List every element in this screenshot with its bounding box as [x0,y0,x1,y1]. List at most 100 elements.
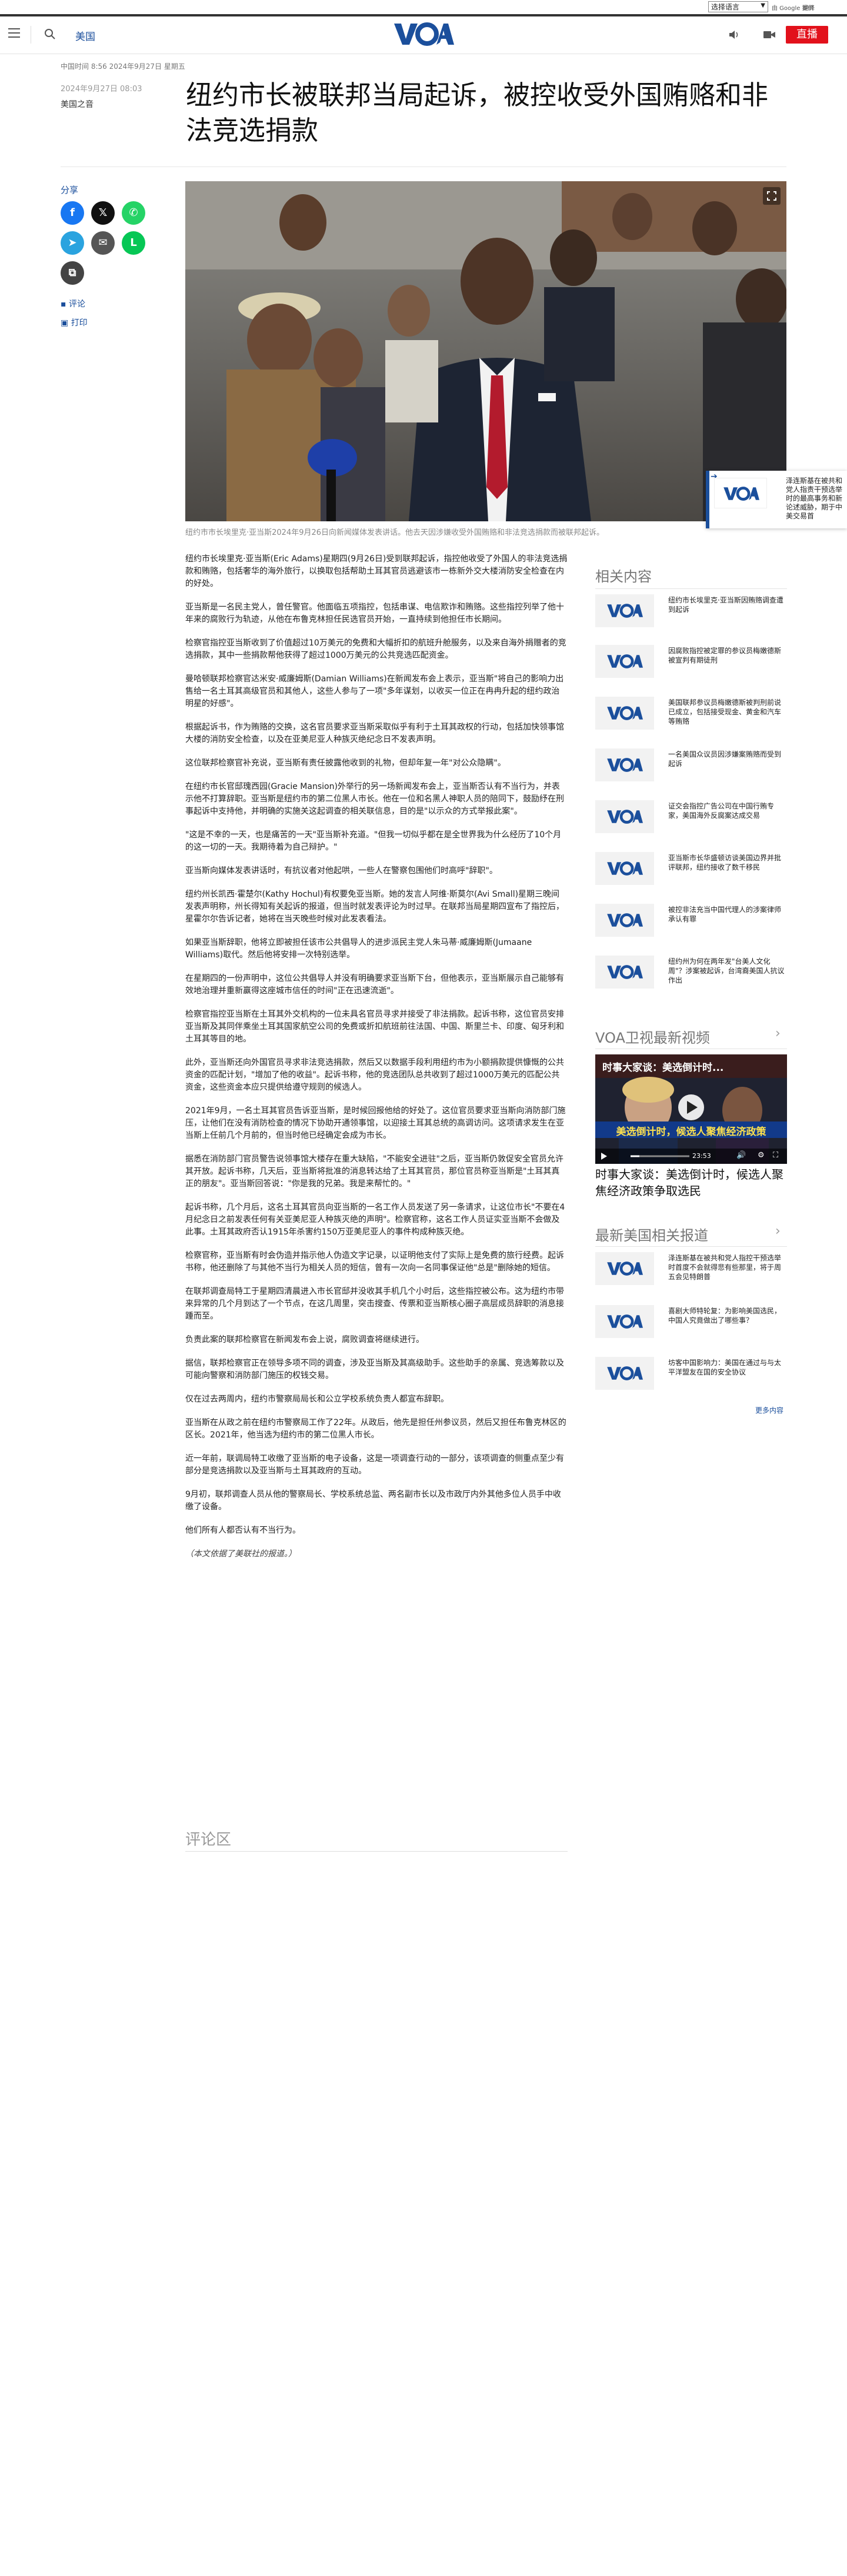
related-item-title: 美国联邦参议员梅嫩德斯被判刑前说已成立，包括接受现金、黄金和汽车等贿赂 [668,698,782,725]
voa-logo-thumbnail [595,904,654,937]
sticky-card-title: 泽连斯基在被共和党人指责干预选举时的最高事务和新论述威胁，期于中美交易首 [786,477,843,520]
comments-link[interactable]: ▪ 评论 [61,298,85,309]
print-icon: ▣ [61,318,69,328]
article-paragraph: 亚当斯是一名民主党人，曾任警官。他面临五项指控，包括串谋、电信欺诈和贿赂。这些指… [185,603,564,624]
translate-link[interactable]: 翻译 [803,3,815,12]
article-paragraph: 如果亚当斯辞职，他将立即被担任该市公共倡导人的进步派民主党人朱马蒂·威廉姆斯(J… [185,938,532,960]
voa-logo-thumbnail [595,800,654,833]
reports-divider [595,1246,787,1247]
voa-logo-thumbnail [595,645,654,678]
chevron-right-icon[interactable]: › [775,1026,781,1041]
share-label: 分享 [61,185,79,195]
related-item[interactable]: 纽约市长埃里克·亚当斯因贿赂调查遭到起诉 [595,594,787,635]
article-paragraph: 纽约州长凯西·霍楚尔(Kathy Hochul)有权要免亚当斯。她的发言人阿维·… [185,890,564,924]
article-paragraph: 近一年前，联调局特工收缴了亚当斯的电子设备，这是一项调查行动的一部分，该项调查的… [185,1454,564,1476]
article-meta: 2024年9月27日 08:03 美国之音 [61,82,166,110]
video-player[interactable]: 时事大家谈：美选倒计时... 美选倒计时，候选人聚焦经济政策 23:53 🔊 ⚙… [595,1054,787,1164]
article-paragraph: 在星期四的一份声明中，这位公共倡导人并没有明确要求亚当斯下台，但他表示，亚当斯展… [185,974,564,996]
share-row-1: f 𝕏 ✆ [61,201,166,227]
report-item[interactable]: 泽连斯基在被共和党人指控干预选举时首度不会就得悲有些那里，将于周五会见特朗普 [595,1252,787,1293]
related-item-title: 因腐败指控被定罪的参议员梅嫩德斯被宣判有期徒刑 [668,647,782,664]
report-item-title: 坊客中国影响力：美国在通过与与太平洋盟友在国的安全协议 [668,1359,782,1376]
article-paragraph: 起诉书称，几个月后，这名土耳其官员向亚当斯的一名工作人员发送了另一条请求，让这位… [185,1203,565,1237]
article-paragraph: 检察官指控亚当斯收到了价值超过10万美元的免费和大幅折扣的航班升舱服务，以及来自… [185,638,566,660]
article-paragraph: 亚当斯向媒体发表讲话时，有抗议者对他起哄，一些人在警察包围他们时高呼"辞职"。 [185,866,498,876]
fullscreen-icon[interactable]: ⛶ [773,1151,778,1160]
voa-logo-thumbnail [595,594,654,627]
video-banner-text: 美选倒计时，候选人聚焦经济政策 [616,1126,766,1138]
share-row-3: ⧉ [61,261,166,287]
language-select-value: 选择语言 [711,3,740,11]
menu-icon[interactable] [8,28,20,39]
expand-icon[interactable] [763,187,781,205]
related-item[interactable]: 被控非法充当中国代理人的涉案律师承认有罪 [595,904,787,945]
article-paragraph: 曼哈顿联邦检察官达米安·威廉姆斯(Damian Williams)在新闻发布会上… [185,674,564,708]
search-icon[interactable] [44,28,56,41]
report-item[interactable]: 喜剧大师特轮复：为影响美国选民，中国人究竟做出了哪些事？ [595,1305,787,1346]
line-icon[interactable]: L [122,231,145,255]
sticky-accent-bar [706,471,709,528]
chevron-right-icon[interactable]: › [775,1224,781,1239]
related-item-title: 被控非法充当中国代理人的涉案律师承认有罪 [668,906,782,923]
voa-logo-thumbnail [595,1305,654,1338]
related-item[interactable]: 纽约州为何在两年发"台美人文化周"？涉案被起诉，台湾裔美国人抗议作出 [595,956,787,997]
related-item[interactable]: 因腐败指控被定罪的参议员梅嫩德斯被宣判有期徒刑 [595,645,787,686]
article-paragraph: 据悉在消防部门官员警告说领事馆大楼存在重大缺陷，"不能安全进驻"之后，亚当斯仍敦… [185,1154,563,1189]
article-paragraph: 他们所有人都否认有不当行为。 [185,1526,301,1535]
print-link[interactable]: ▣ 打印 [61,317,88,328]
volume-icon[interactable]: 🔊 [736,1151,746,1160]
comments-section-title: 评论区 [185,1831,232,1849]
related-item[interactable]: 一名美国众议员因涉嫌案贿赂而受到起诉 [595,748,787,790]
more-content-link[interactable]: 更多内容 [755,1405,783,1415]
voa-logo-thumbnail [595,956,654,989]
telegram-icon[interactable]: ➤ [61,231,84,255]
article-paragraph: 负责此案的联邦检察官在新闻发布会上说，腐败调查将继续进行。 [185,1335,424,1344]
print-link-label: 打印 [71,318,88,328]
article-credit: 美国之音 [61,100,94,109]
comments-divider [185,1851,568,1852]
related-divider [595,588,787,589]
related-item[interactable]: 亚当斯市长华盛顿访谈美国边界并批评联邦，纽约接收了数千移民 [595,852,787,893]
reports-section-title[interactable]: 最新美国相关报道 [595,1224,708,1244]
section-link-us[interactable]: 美国 [75,28,95,43]
article-paragraph: 此外，亚当斯还向外国官员寻求非法竞选捐款，然后又以数据手段利用纽约市为小额捐款提… [185,1058,564,1092]
dateline: 中国时间 8:56 2024年9月27日 星期五 [61,62,185,71]
facebook-icon[interactable]: f [61,201,84,225]
video-duration: 23:53 [692,1152,711,1160]
whatsapp-icon[interactable]: ✆ [122,201,145,225]
related-item[interactable]: 证交会指控广告公司在中国行贿专家，美国海外反腐案达成交易 [595,800,787,841]
article-paragraph: 在联邦调查局特工于星期四清晨进入市长官邸并没收其手机几个小时后，这些指控被公布。… [185,1287,564,1321]
settings-gear-icon[interactable]: ⚙ [758,1151,765,1160]
report-item[interactable]: 坊客中国影响力：美国在通过与与太平洋盟友在国的安全协议 [595,1357,787,1398]
site-header: 美国 直播 [0,16,847,54]
copy-link-icon[interactable]: ⧉ [61,261,84,285]
share-row-2: ➤ ✉ L [61,231,166,257]
report-item-title: 喜剧大师特轮复：为影响美国选民，中国人究竟做出了哪些事？ [668,1307,782,1324]
article-paragraph: 2021年9月，一名土耳其官员告诉亚当斯，是时候回报他给的好处了。这位官员要求亚… [185,1106,566,1140]
article-paragraph: 这位联邦检察官补充说，亚当斯有责任披露他收到的礼物，但却年复一年"对公众隐瞒"。 [185,758,506,768]
live-button[interactable]: 直播 [786,26,828,44]
voa-logo[interactable] [393,21,454,47]
voa-logo-thumbnail [595,1252,654,1285]
related-section-title: 相关内容 [595,568,652,585]
article-paragraph: 据信，联邦检察官正在领导多项不同的调查，涉及亚当斯及其高级助手。这些助手的亲属、… [185,1359,564,1380]
article-paragraph: 根据起诉书，作为贿赂的交换，这名官员要求亚当斯采取似乎有利于土耳其政权的行动，包… [185,723,564,744]
video-camera-icon[interactable] [763,29,776,40]
article-paragraph: 在纽约市长官邸瑰西园(Gracie Mansion)外举行的另一场新闻发布会上，… [185,782,564,816]
photo-caption: 纽约市市长埃里克·亚当斯2024年9月26日向新闻媒体发表讲话。他去天因涉嫌收受… [185,528,605,537]
video-section-title[interactable]: VOA卫视最新视频 [595,1026,710,1047]
related-item[interactable]: 美国联邦参议员梅嫩德斯被判刑前说已成立，包括接受现金、黄金和汽车等贿赂 [595,697,787,738]
article-paragraph: 纽约市长埃里克·亚当斯(Eric Adams)星期四(9月26日)受到联邦起诉，… [185,554,568,588]
x-twitter-icon[interactable]: 𝕏 [91,201,115,225]
voa-logo-thumbnail [595,748,654,781]
voa-logo-thumbnail [595,852,654,885]
video-title[interactable]: 时事大家谈：美选倒计时，候选人聚焦经济政策争取选民 [595,1166,787,1199]
sticky-related-card[interactable]: ➔ 泽连斯基在被共和党人指责干预选举时的最高事务和新论述威胁，期于中美交易首 [706,471,847,528]
utility-bar: 选择语言 ▼ 由 Google 提供 翻译 [0,0,847,14]
comments-link-label: 评论 [68,299,85,309]
voa-logo-thumbnail [595,697,654,730]
speaker-icon[interactable] [728,29,741,41]
article-main-photo[interactable] [185,181,786,521]
email-icon[interactable]: ✉ [91,231,115,255]
language-select[interactable]: 选择语言 ▼ [708,1,768,12]
